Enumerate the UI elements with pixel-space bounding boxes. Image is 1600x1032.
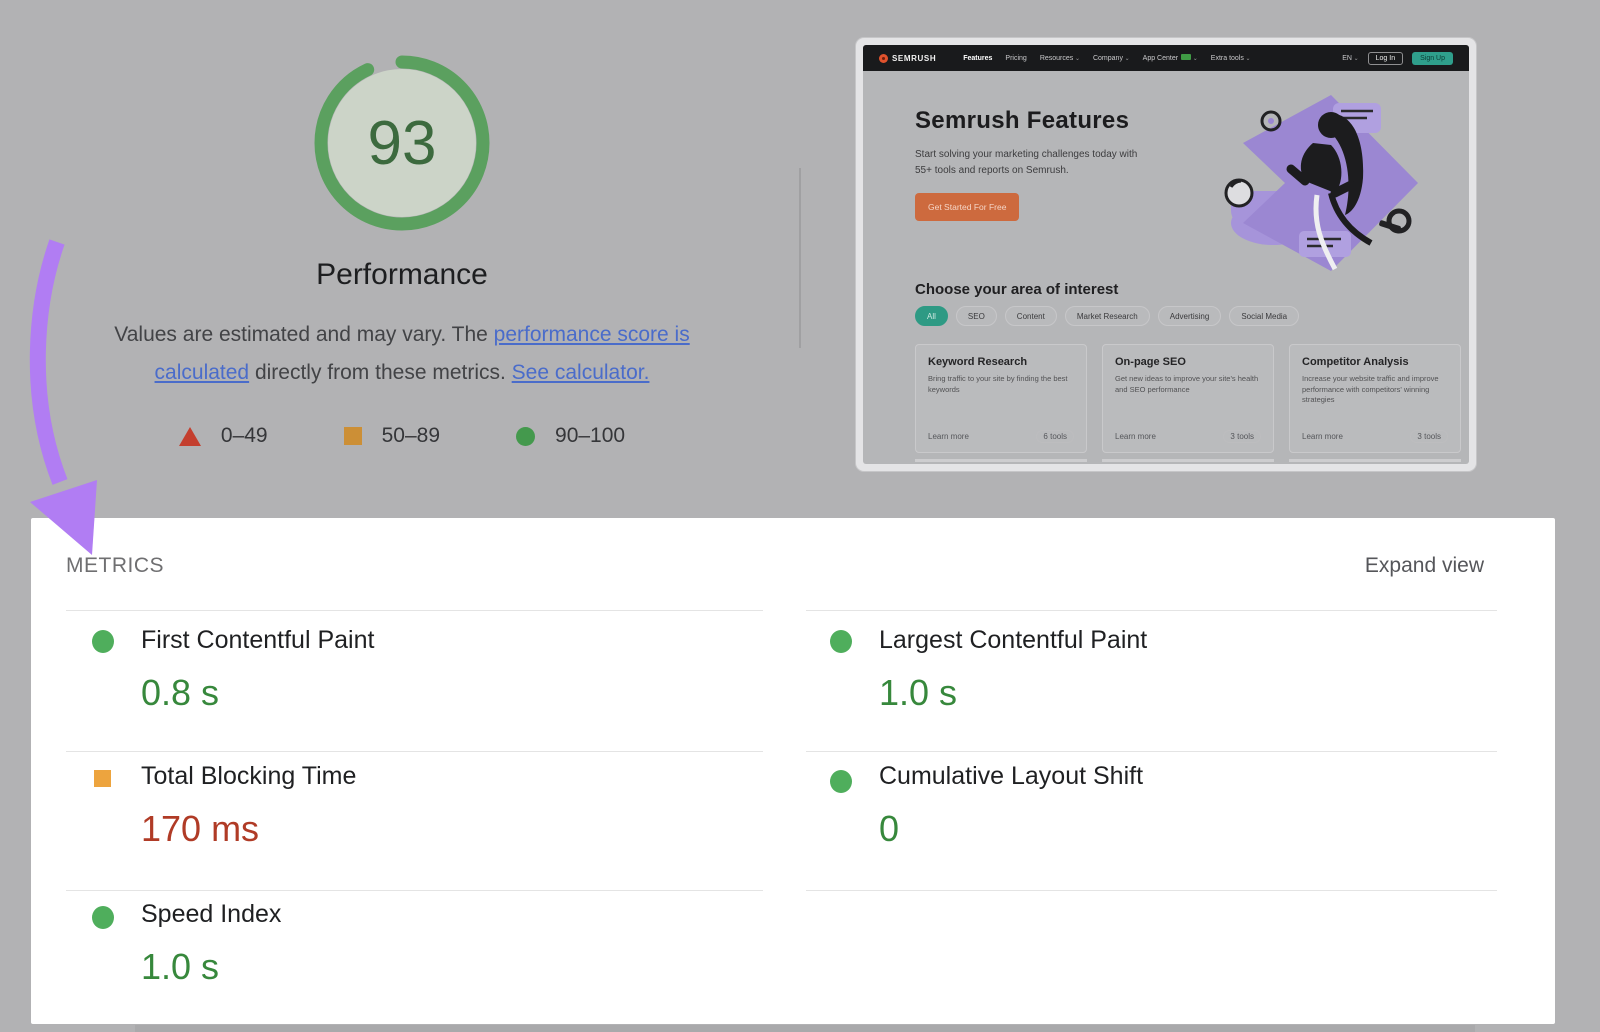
score-disclaimer: Values are estimated and may vary. The p… [82,316,722,392]
tools-count-badge: 3 tools [1410,430,1448,443]
next-card-edge [915,459,1087,462]
choose-interest-title: Choose your area of interest [915,281,1118,298]
next-card-edge [1289,459,1461,462]
pill-market-research: Market Research [1065,306,1150,326]
pill-content: Content [1005,306,1057,326]
metric-label-cls: Cumulative Layout Shift [879,762,1143,791]
signup-button: Sign Up [1412,52,1453,65]
get-started-button: Get Started For Free [915,193,1019,221]
feature-card-competitor-analysis: Competitor Analysis Increase your websit… [1289,344,1461,453]
metrics-panel: METRICS Expand view First Contentful Pai… [31,518,1555,1024]
feature-card-row: Keyword Research Bring traffic to your s… [915,344,1461,453]
semrush-brand-name: SEMRUSH [892,54,936,63]
metric-label-fcp: First Contentful Paint [141,626,374,655]
nav-item-extra-tools: Extra tools [1211,55,1251,62]
next-card-edge [1102,459,1274,462]
semrush-navbar: SEMRUSH Features Pricing Resources Compa… [863,45,1469,71]
legend-item-poor: 0–49 [179,424,268,448]
metric-label-tbt: Total Blocking Time [141,762,356,791]
expand-view-button[interactable]: Expand view [1365,554,1484,578]
card-description: Bring traffic to your site by finding th… [928,374,1074,395]
card-title: On-page SEO [1115,356,1261,368]
legend-item-average: 50–89 [344,424,440,448]
language-selector: EN [1342,55,1358,62]
good-metric-icon [92,906,114,929]
next-section-edge [135,1025,1475,1032]
semrush-hero-title: Semrush Features [915,107,1129,135]
performance-score: 93 [312,53,492,233]
app-center-badge [1181,54,1191,60]
good-metric-icon [830,770,852,793]
nav-item-company: Company [1093,55,1130,62]
interest-pill-row: All SEO Content Market Research Advertis… [915,306,1299,326]
page-screenshot-thumbnail[interactable]: SEMRUSH Features Pricing Resources Compa… [856,38,1476,471]
login-button: Log In [1368,52,1403,65]
good-metric-icon [92,630,114,653]
metric-value-lcp: 1.0 s [879,672,957,714]
nav-item-app-center: App Center [1143,54,1198,62]
divider [66,890,763,891]
metric-label-speed-index: Speed Index [141,900,281,929]
learn-more-link: Learn more [928,432,969,441]
learn-more-link: Learn more [1302,432,1343,441]
nav-item-resources: Resources [1040,55,1080,62]
metric-label-lcp: Largest Contentful Paint [879,626,1147,655]
pill-social-media: Social Media [1229,306,1299,326]
feature-card-onpage-seo: On-page SEO Get new ideas to improve you… [1102,344,1274,453]
divider [66,610,763,611]
metric-value-speed-index: 1.0 s [141,946,219,988]
card-title: Keyword Research [928,356,1074,368]
navbar-right: EN Log In Sign Up [1342,52,1453,65]
good-metric-icon [830,630,852,653]
semrush-page-preview: SEMRUSH Features Pricing Resources Compa… [863,45,1469,464]
pill-seo: SEO [956,306,997,326]
score-legend: 0–49 50–89 90–100 [82,424,722,448]
average-metric-icon [94,770,111,787]
performance-label: Performance [82,258,722,292]
metrics-section-title: METRICS [66,554,164,578]
tools-count-badge: 3 tools [1223,430,1261,443]
semrush-logo-icon [879,54,888,63]
red-triangle-icon [179,427,201,446]
nav-item-features: Features [963,55,992,62]
section-divider [799,168,801,348]
tools-count-badge: 6 tools [1036,430,1074,443]
legend-range-average: 50–89 [382,424,440,448]
green-circle-icon [516,427,535,446]
feature-card-keyword-research: Keyword Research Bring traffic to your s… [915,344,1087,453]
semrush-brand: SEMRUSH [879,54,936,63]
divider [806,890,1497,891]
divider [806,610,1497,611]
divider [66,751,763,752]
legend-item-good: 90–100 [516,424,625,448]
see-calculator-link[interactable]: See calculator. [512,361,650,384]
legend-range-good: 90–100 [555,424,625,448]
disclaimer-text-pre: Values are estimated and may vary. The [114,323,493,346]
nav-item-pricing: Pricing [1005,55,1026,62]
card-description: Get new ideas to improve your site's hea… [1115,374,1261,395]
legend-range-poor: 0–49 [221,424,268,448]
metric-value-fcp: 0.8 s [141,672,219,714]
divider [806,751,1497,752]
card-description: Increase your website traffic and improv… [1302,374,1448,406]
metric-value-cls: 0 [879,808,899,850]
learn-more-link: Learn more [1115,432,1156,441]
pill-all: All [915,306,948,326]
orange-square-icon [344,427,362,445]
semrush-hero-subtitle: Start solving your marketing challenges … [915,147,1145,179]
disclaimer-text-mid: directly from these metrics. [249,361,512,384]
pill-advertising: Advertising [1158,306,1222,326]
metric-value-tbt: 170 ms [141,808,259,850]
semrush-hero-illustration [1213,73,1433,288]
card-title: Competitor Analysis [1302,356,1448,368]
